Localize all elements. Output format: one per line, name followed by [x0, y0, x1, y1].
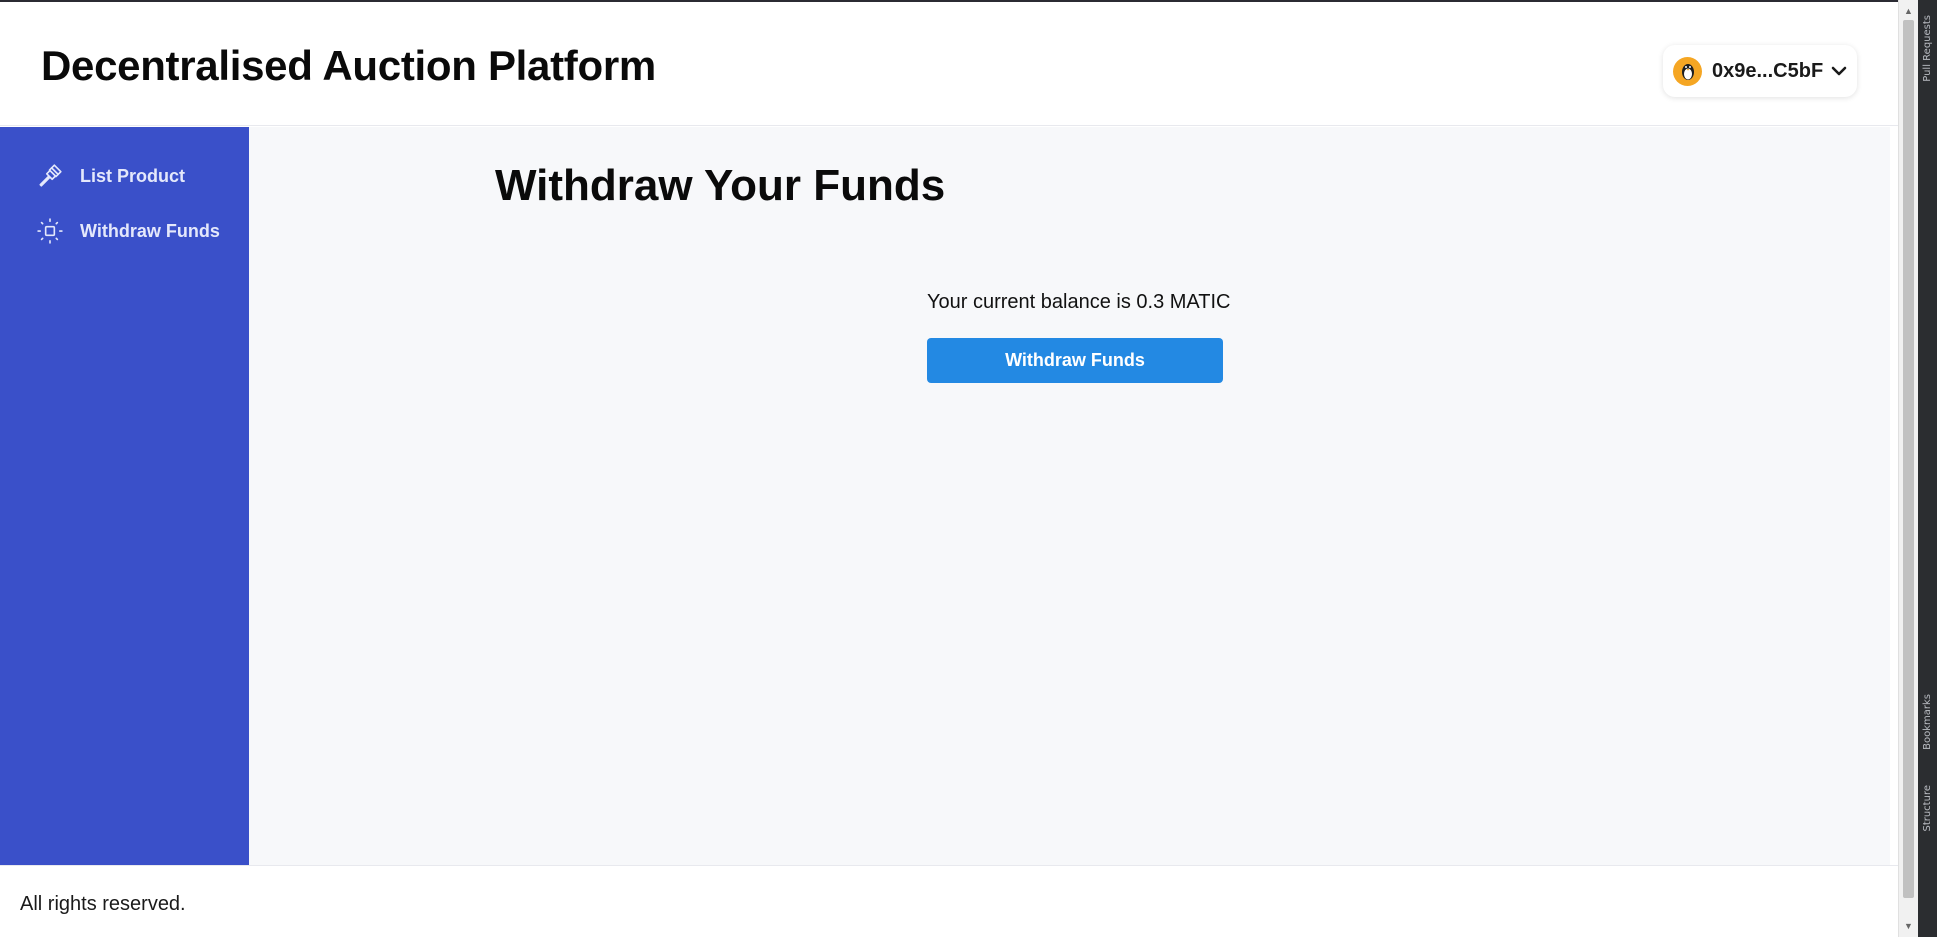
withdraw-funds-button[interactable]: Withdraw Funds	[927, 338, 1223, 383]
page-footer: All rights reserved.	[0, 865, 1898, 937]
vertical-scrollbar[interactable]: ▲ ▼	[1898, 0, 1918, 937]
ide-tab-structure[interactable]: Structure	[1918, 772, 1937, 844]
ide-side-toolbar: Pull Requests Bookmarks Structure	[1918, 0, 1937, 937]
focus-square-icon	[36, 217, 64, 245]
gavel-icon	[36, 162, 64, 190]
ide-tab-label: Structure	[1922, 784, 1933, 832]
scroll-down-arrow-icon[interactable]: ▼	[1899, 917, 1918, 935]
ide-tab-bookmarks[interactable]: Bookmarks	[1918, 684, 1937, 760]
app-header: Decentralised Auction Platform 0x9e...C5…	[0, 2, 1898, 126]
penguin-avatar-icon	[1673, 56, 1702, 86]
wallet-account-button[interactable]: 0x9e...C5bF	[1663, 45, 1857, 97]
app-title: Decentralised Auction Platform	[41, 42, 656, 89]
sidebar-item-label: Withdraw Funds	[80, 220, 220, 241]
footer-text: All rights reserved.	[20, 893, 186, 915]
sidebar-item-label: List Product	[80, 165, 186, 186]
sidebar-item-list-product[interactable]: List Product	[36, 161, 185, 191]
page-title: Withdraw Your Funds	[495, 161, 946, 210]
main-content: Withdraw Your Funds Your current balance…	[249, 127, 1890, 865]
sidebar: List Product Withdraw Funds	[0, 127, 249, 865]
wallet-address: 0x9e...C5bF	[1712, 59, 1824, 82]
scrollbar-thumb[interactable]	[1903, 20, 1914, 898]
sidebar-item-withdraw-funds[interactable]: Withdraw Funds	[36, 216, 220, 246]
ide-tab-label: Pull Requests	[1922, 14, 1933, 82]
ide-tab-pull-requests[interactable]: Pull Requests	[1918, 4, 1937, 92]
chevron-down-icon	[1831, 66, 1847, 76]
scroll-up-arrow-icon[interactable]: ▲	[1899, 2, 1918, 20]
balance-text: Your current balance is 0.3 MATIC	[927, 291, 1231, 313]
ide-tab-label: Bookmarks	[1922, 694, 1933, 750]
